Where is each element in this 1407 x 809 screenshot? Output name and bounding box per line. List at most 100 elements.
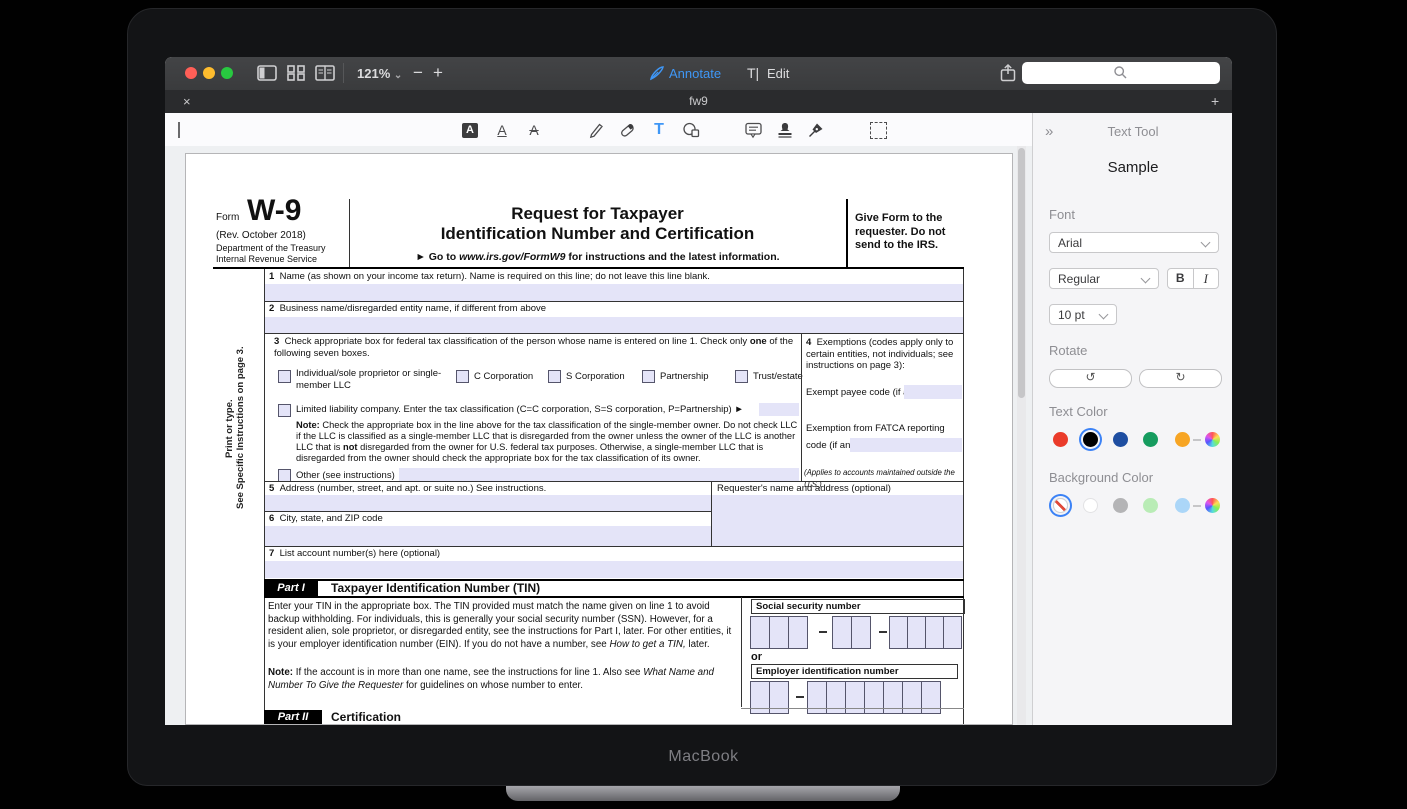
minimize-window-button[interactable] xyxy=(203,67,215,79)
form-title-1: Request for Taxpayer xyxy=(349,204,846,223)
give-form-note: Give Form to the requester. Do not send … xyxy=(855,212,959,253)
part2-badge: Part II xyxy=(264,710,322,725)
edit-text-icon: T| xyxy=(747,65,759,81)
checkbox-s-corporation-label: S Corporation xyxy=(566,371,625,383)
form-requester-input[interactable] xyxy=(712,495,963,546)
form-line7-input[interactable] xyxy=(265,561,963,578)
document-scrollbar[interactable] xyxy=(1017,146,1026,725)
font-size-select[interactable]: 10 pt xyxy=(1049,304,1117,325)
text-tool-icon[interactable]: T xyxy=(648,119,670,141)
rotate-cw-button[interactable]: ↻ xyxy=(1139,369,1222,388)
ssn-boxes-group2[interactable] xyxy=(833,616,871,649)
two-page-view-icon[interactable] xyxy=(315,64,335,82)
text-sample-preview: Sample xyxy=(1033,159,1232,176)
checkbox-trust-estate[interactable] xyxy=(735,370,748,383)
background-color-none-selected[interactable] xyxy=(1053,498,1068,513)
form-title-2: Identification Number and Certification xyxy=(349,224,846,243)
italic-button[interactable]: I xyxy=(1194,269,1219,288)
sidebar-view-icon[interactable] xyxy=(257,64,277,82)
text-color-black-selected[interactable] xyxy=(1083,432,1098,447)
new-tab-button[interactable]: + xyxy=(1211,93,1219,109)
form-exempt-payee-input[interactable] xyxy=(904,385,962,399)
comment-icon[interactable] xyxy=(742,119,764,141)
zoom-window-button[interactable] xyxy=(221,67,233,79)
strikethrough-text-icon[interactable]: A xyxy=(523,119,545,141)
scrollbar-thumb[interactable] xyxy=(1018,148,1025,398)
checkbox-llc[interactable] xyxy=(278,404,291,417)
checkbox-s-corporation[interactable] xyxy=(548,370,561,383)
ein-boxes-group2[interactable] xyxy=(808,681,941,714)
ssn-boxes-group3[interactable] xyxy=(890,616,962,649)
font-family-select[interactable]: Arial xyxy=(1049,232,1219,253)
panel-resize-handle[interactable] xyxy=(178,122,180,138)
background-color-white[interactable] xyxy=(1083,498,1098,513)
pdf-app-window: 121% ⌄ − + Annotate T| Edit × fw9 + A A … xyxy=(165,57,1232,725)
document-tab[interactable]: fw9 xyxy=(165,94,1232,108)
ein-label-box: Employer identification number xyxy=(751,664,958,679)
form-other-input[interactable] xyxy=(399,468,799,481)
search-icon xyxy=(1113,65,1128,85)
background-color-light-blue[interactable] xyxy=(1175,498,1190,513)
zoom-out-button[interactable]: − xyxy=(413,63,423,83)
close-window-button[interactable] xyxy=(185,67,197,79)
form-line1-label: 1 Name (as shown on your income tax retu… xyxy=(269,271,710,283)
highlight-text-icon[interactable]: A xyxy=(459,119,481,141)
underline-text-icon[interactable]: A xyxy=(491,119,513,141)
background-color-wheel[interactable] xyxy=(1205,498,1220,513)
shapes-icon[interactable] xyxy=(680,119,702,141)
part1-note: Note: If the account is in more than one… xyxy=(268,667,734,692)
rotate-cw-icon: ↻ xyxy=(1175,370,1185,384)
share-icon[interactable] xyxy=(999,63,1017,88)
checkbox-partnership[interactable] xyxy=(642,370,655,383)
ein-boxes-group1[interactable] xyxy=(751,681,789,714)
text-color-green[interactable] xyxy=(1143,432,1158,447)
rotate-ccw-button[interactable]: ↺ xyxy=(1049,369,1132,388)
select-region-icon[interactable] xyxy=(867,119,889,141)
checkbox-trust-estate-label: Trust/estate xyxy=(753,371,803,383)
macbook-logo: MacBook xyxy=(0,748,1407,766)
ssn-boxes-group1[interactable] xyxy=(751,616,808,649)
text-color-blue[interactable] xyxy=(1113,432,1128,447)
chevron-down-icon xyxy=(1099,310,1109,320)
zoom-level-dropdown[interactable]: 121% ⌄ xyxy=(357,66,402,81)
form-line2-input[interactable] xyxy=(265,317,963,333)
thumbnails-view-icon[interactable] xyxy=(286,64,306,82)
bold-button[interactable]: B xyxy=(1168,269,1194,288)
form-line1-input[interactable] xyxy=(265,284,963,301)
text-color-wheel[interactable] xyxy=(1205,432,1220,447)
form-line4-label: 4 Exemptions (codes apply only to certai… xyxy=(806,337,959,372)
form-fatca-label-1: Exemption from FATCA reporting xyxy=(806,423,945,435)
form-fatca-input[interactable] xyxy=(850,438,962,452)
text-color-red[interactable] xyxy=(1053,432,1068,447)
tab-annotate[interactable]: Annotate xyxy=(669,66,721,81)
search-input[interactable] xyxy=(1022,62,1220,84)
form-number: W-9 xyxy=(247,196,301,226)
form-line3-label: 3 Check appropriate box for federal tax … xyxy=(274,336,796,359)
form-line5-input[interactable] xyxy=(265,495,711,511)
checkbox-individual[interactable] xyxy=(278,370,291,383)
form-line6-input[interactable] xyxy=(265,526,711,546)
form-line3-note: Note: Check the appropriate box in the l… xyxy=(296,420,798,464)
stamp-icon[interactable] xyxy=(774,119,796,141)
checkbox-individual-label: Individual/sole proprietor or single-mem… xyxy=(296,368,448,391)
form-margin-instructions: Print or type. See Specific Instructions… xyxy=(224,331,246,526)
zoom-in-button[interactable]: + xyxy=(433,63,443,83)
pencil-icon[interactable] xyxy=(585,119,607,141)
tab-bar: × fw9 + xyxy=(165,90,1232,114)
tab-edit[interactable]: Edit xyxy=(767,66,789,81)
part2-title: Certification xyxy=(331,712,401,724)
background-color-light-green[interactable] xyxy=(1143,498,1158,513)
checkbox-c-corporation-label: C Corporation xyxy=(474,371,533,383)
rotate-section-label: Rotate xyxy=(1049,343,1087,358)
signature-pen-icon[interactable] xyxy=(805,119,827,141)
titlebar-divider xyxy=(343,63,344,83)
background-color-gray[interactable] xyxy=(1113,498,1128,513)
form-llc-classification-input[interactable] xyxy=(759,403,799,416)
background-color-section-label: Background Color xyxy=(1049,470,1153,485)
checkbox-c-corporation[interactable] xyxy=(456,370,469,383)
text-color-orange[interactable] xyxy=(1175,432,1190,447)
font-style-select[interactable]: Regular xyxy=(1049,268,1159,289)
form-requester-label: Requester's name and address (optional) xyxy=(717,483,961,495)
marker-icon[interactable] xyxy=(616,119,638,141)
pdf-page[interactable]: Form W-9 (Rev. October 2018) Department … xyxy=(185,153,1013,725)
